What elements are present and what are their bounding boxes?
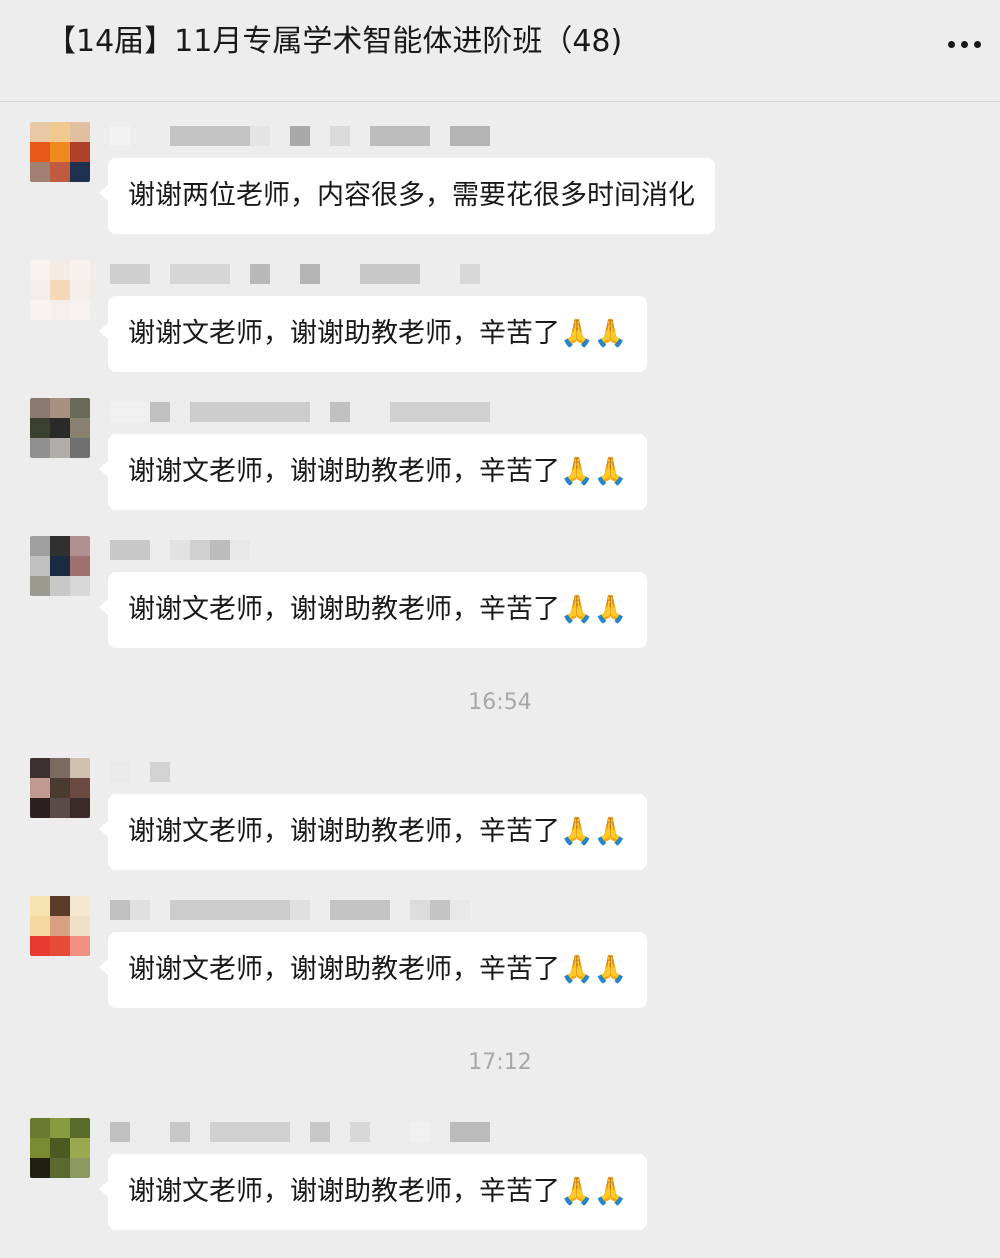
sender-name-redacted <box>110 126 490 146</box>
message-bubble[interactable]: 谢谢文老师，谢谢助教老师，辛苦了🙏🙏 <box>98 1154 648 1230</box>
sender-name-redacted <box>110 1122 490 1142</box>
message-bubble[interactable]: 谢谢文老师，谢谢助教老师，辛苦了🙏🙏 <box>98 434 648 510</box>
more-options-button[interactable] <box>936 24 992 64</box>
avatar[interactable] <box>30 398 90 458</box>
avatar[interactable] <box>30 896 90 956</box>
sender-name-redacted <box>110 264 480 284</box>
sender-name-redacted <box>110 762 170 782</box>
message-bubble[interactable]: 谢谢文老师，谢谢助教老师，辛苦了🙏🙏 <box>98 572 648 648</box>
sender-name-redacted <box>110 402 490 422</box>
sender-name-redacted <box>110 540 250 560</box>
group-title: 【14届】11月专属学术智能体进阶班（48) <box>46 24 623 59</box>
timestamp: 17:12 <box>468 1050 532 1075</box>
chat-header: 【14届】11月专属学术智能体进阶班（48) <box>0 0 1000 102</box>
message-bubble[interactable]: 谢谢文老师，谢谢助教老师，辛苦了🙏🙏 <box>98 296 648 372</box>
avatar[interactable] <box>30 260 90 320</box>
avatar[interactable] <box>30 122 90 182</box>
timestamp: 16:54 <box>468 690 532 715</box>
avatar[interactable] <box>30 758 90 818</box>
avatar[interactable] <box>30 1118 90 1178</box>
sender-name-redacted <box>110 900 470 920</box>
message-bubble[interactable]: 谢谢文老师，谢谢助教老师，辛苦了🙏🙏 <box>98 932 648 1008</box>
message-bubble[interactable]: 谢谢两位老师，内容很多，需要花很多时间消化 <box>99 158 715 234</box>
avatar[interactable] <box>30 536 90 596</box>
more-dots-icon <box>947 40 955 48</box>
message-bubble[interactable]: 谢谢文老师，谢谢助教老师，辛苦了🙏🙏 <box>98 794 648 870</box>
